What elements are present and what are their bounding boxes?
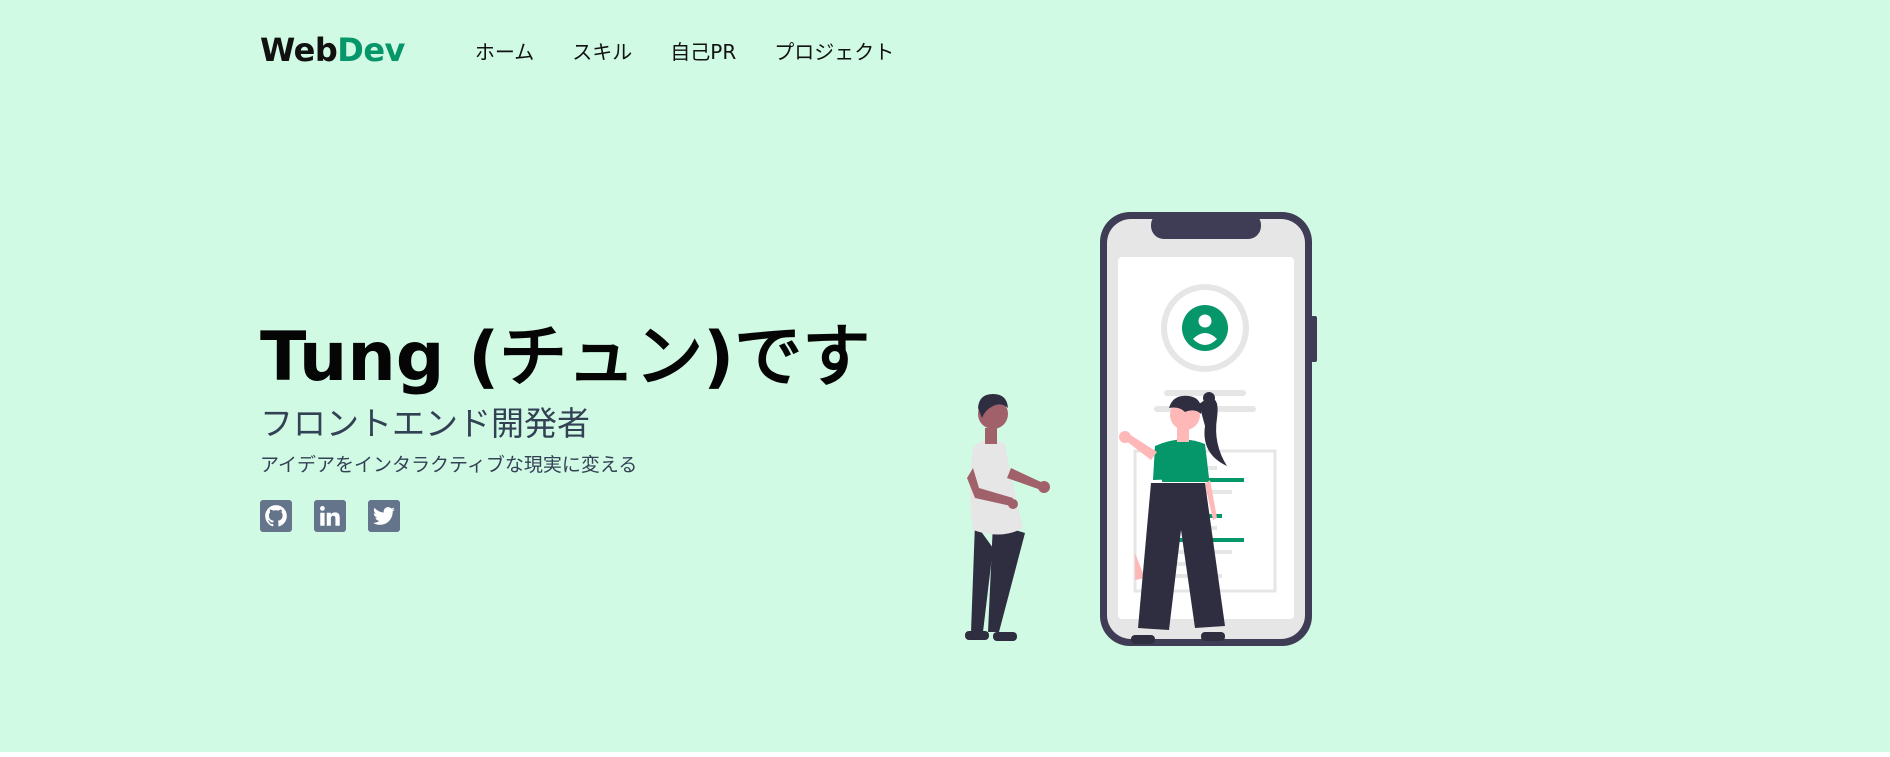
page: WebDev ホーム スキル 自己PR プロジェクト Tung (チュン)です … bbox=[0, 0, 1890, 752]
twitter-link[interactable] bbox=[368, 500, 400, 532]
nav-link-projects[interactable]: プロジェクト bbox=[774, 36, 894, 65]
twitter-icon bbox=[373, 507, 395, 525]
linkedin-link[interactable] bbox=[314, 500, 346, 532]
logo-text-dev: Dev bbox=[337, 31, 405, 69]
hero-subtitle: フロントエンド開発者 bbox=[260, 404, 590, 443]
nav-link-home[interactable]: ホーム bbox=[475, 36, 534, 65]
hero-illustration bbox=[955, 208, 1435, 648]
github-link[interactable] bbox=[260, 500, 292, 532]
site-header: WebDev ホーム スキル 自己PR プロジェクト bbox=[260, 28, 932, 72]
hero-tagline: アイデアをインタラクティブな現実に変える bbox=[260, 454, 638, 476]
nav-link-skills[interactable]: スキル bbox=[572, 36, 632, 65]
man-illustration bbox=[965, 394, 1050, 641]
linkedin-icon bbox=[320, 506, 340, 526]
logo-text-web: Web bbox=[260, 31, 338, 69]
hero-title: Tung (チュン)です bbox=[260, 318, 871, 397]
github-icon bbox=[265, 505, 287, 527]
hero-section: Tung (チュン)です フロントエンド開発者 アイデアをインタラクティブな現実… bbox=[260, 318, 870, 532]
site-logo[interactable]: WebDev bbox=[260, 31, 405, 69]
main-nav: ホーム スキル 自己PR プロジェクト bbox=[475, 36, 932, 65]
social-links bbox=[260, 500, 870, 532]
user-avatar-icon bbox=[1182, 305, 1228, 351]
nav-link-self-pr[interactable]: 自己PR bbox=[670, 36, 736, 65]
